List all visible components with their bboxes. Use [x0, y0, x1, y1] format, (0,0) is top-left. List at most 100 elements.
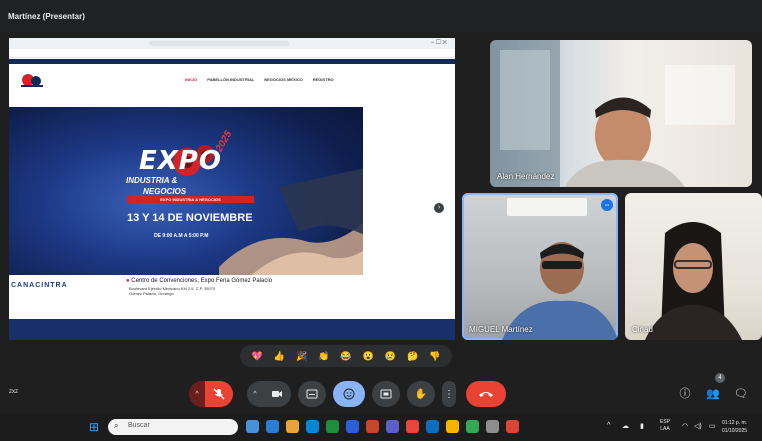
- taskbar-search-input[interactable]: ⌕ Buscar: [108, 419, 238, 435]
- audio-options-chevron-icon[interactable]: ^: [189, 381, 205, 407]
- language-layout: LAA: [660, 426, 670, 432]
- store-icon[interactable]: [306, 420, 319, 433]
- captions-button[interactable]: [298, 381, 326, 407]
- raise-hand-icon: ✋: [414, 388, 428, 400]
- participant-tile[interactable]: ••• MIGUEL Martínez: [462, 193, 618, 340]
- reaction-surprised-button[interactable]: 😮: [363, 351, 374, 361]
- venue-text: Centro de Convenciones, Expo Feria Gómez…: [131, 278, 273, 284]
- more-options-button[interactable]: ⋮: [442, 381, 456, 407]
- edge-icon[interactable]: [266, 420, 279, 433]
- participant-tile[interactable]: Alan Hernández: [490, 40, 752, 187]
- present-screen-icon: [380, 389, 392, 399]
- banner-subtitle: INDUSTRIA &: [126, 176, 178, 185]
- word-icon[interactable]: [346, 420, 359, 433]
- reaction-thumbs-down-button[interactable]: 👎: [429, 351, 440, 361]
- banner-title: EXPO: [139, 146, 222, 176]
- participant-video: [490, 40, 735, 187]
- reaction-clap-button[interactable]: 👏: [318, 351, 329, 361]
- file-explorer-icon[interactable]: [286, 420, 299, 433]
- reaction-thinking-button[interactable]: 🤔: [407, 351, 418, 361]
- clock-date: 01/10/2025: [722, 428, 748, 434]
- mic-off-icon: [213, 388, 225, 400]
- emoji-reactions-button[interactable]: [333, 381, 365, 407]
- participant-tile[interactable]: Cinad: [625, 193, 762, 340]
- volume-icon[interactable]: ◁): [694, 422, 702, 430]
- reaction-heart-button[interactable]: 💖: [252, 351, 263, 361]
- language-indicator[interactable]: ESP LAA: [660, 419, 670, 433]
- browser-tabbar: ⎯ ☐ ✕: [9, 38, 455, 49]
- powerpoint-icon[interactable]: [366, 420, 379, 433]
- teams-icon[interactable]: [386, 420, 399, 433]
- emoji-icon: [343, 388, 355, 400]
- banner-ribbon: EXPO INDUSTRIA & NEGOCIOS: [127, 196, 254, 203]
- site-menu-item: NEGOCIOS MEXICO: [264, 77, 303, 82]
- window-title: Martínez (Presentar): [0, 0, 762, 32]
- os-taskbar: ⊞ ⌕ Buscar ^ ☁ ▮ ESP LAA ◠ ◁) ▭ 01:12 p.…: [0, 413, 762, 441]
- info-icon: ⓘ: [679, 388, 691, 400]
- site-logo: [21, 74, 43, 87]
- leave-call-button[interactable]: [466, 381, 506, 407]
- banner-subtitle: NEGOCIOS: [143, 187, 187, 196]
- battery-status-icon[interactable]: ▭: [709, 422, 716, 430]
- taskbar-search-placeholder: Buscar: [128, 422, 150, 429]
- meeting-details-button[interactable]: ⓘ: [676, 385, 694, 403]
- carousel-next-icon[interactable]: ›: [434, 203, 444, 213]
- hang-up-icon: [479, 392, 493, 397]
- speaking-indicator-icon: •••: [601, 199, 613, 211]
- outlook-icon[interactable]: [426, 420, 439, 433]
- participant-name: MIGUEL Martínez: [469, 325, 533, 334]
- site-header: INICIO PABELLÓN INDUSTRIAL NEGOCIOS MEXI…: [9, 64, 455, 98]
- present-screen-button[interactable]: [372, 381, 400, 407]
- video-options-chevron-icon[interactable]: ^: [247, 381, 263, 407]
- language-code: ESP: [660, 419, 671, 425]
- reaction-laugh-button[interactable]: 😂: [340, 351, 351, 361]
- sponsor-logo: CANACINTRA: [11, 282, 68, 289]
- meeting-code: zxz: [9, 389, 18, 395]
- site-menu-item: REGISTRO: [312, 77, 334, 82]
- search-icon: ⌕: [114, 421, 119, 430]
- chrome-icon[interactable]: [446, 420, 459, 433]
- task-view-icon[interactable]: [246, 420, 259, 433]
- settings-icon[interactable]: [486, 420, 499, 433]
- meet-app-icon[interactable]: [466, 420, 479, 433]
- taskbar-clock[interactable]: 01:12 p. m. 01/10/2025: [722, 419, 747, 435]
- office-icon[interactable]: [406, 420, 419, 433]
- reaction-thumbs-up-button[interactable]: 👍: [274, 351, 285, 361]
- participant-video: [645, 222, 742, 340]
- venue-name: ● Centro de Convenciones, Expo Feria Góm…: [126, 278, 272, 284]
- people-button[interactable]: 👥: [704, 385, 722, 403]
- presented-screen: ⎯ ☐ ✕ INICIO PABELLÓN INDUSTRIAL NEGOCIO…: [9, 38, 455, 340]
- clock-time: 01:12 p. m.: [722, 420, 748, 426]
- browser-window-controls: ⎯ ☐ ✕: [431, 40, 447, 46]
- chat-icon: 🗨: [734, 388, 748, 400]
- camera-icon: [272, 391, 282, 397]
- participant-name: Cinad: [632, 325, 653, 334]
- location-pin-icon: ●: [126, 278, 130, 284]
- participant-name: Alan Hernández: [497, 172, 555, 181]
- people-icon: 👥: [706, 388, 720, 400]
- windows-start-icon[interactable]: ⊞: [89, 421, 101, 433]
- camera-button[interactable]: [263, 381, 291, 407]
- banner-dates: 13 Y 14 DE NOVIEMBRE: [127, 212, 253, 224]
- reactions-bar: 💖 👍 🎉 👏 😂 😮 😢 🤔 👎: [240, 345, 452, 367]
- chat-button[interactable]: 🗨: [732, 385, 750, 403]
- site-footer-strip: [9, 319, 455, 340]
- participant-video: [502, 198, 618, 340]
- reaction-party-button[interactable]: 🎉: [296, 351, 307, 361]
- microphone-button[interactable]: [205, 381, 233, 407]
- more-vert-icon: ⋮: [444, 388, 454, 400]
- battery-icon[interactable]: ▮: [640, 422, 644, 430]
- chrome-active-icon[interactable]: [506, 420, 519, 433]
- cloud-icon[interactable]: ☁: [622, 422, 629, 430]
- site-menu-item: PABELLÓN INDUSTRIAL: [207, 77, 255, 82]
- raise-hand-button[interactable]: ✋: [407, 381, 435, 407]
- browser-bookmarks-bar: [9, 49, 455, 58]
- captions-icon: [306, 389, 318, 399]
- wifi-icon[interactable]: ◠: [682, 422, 688, 430]
- excel-icon[interactable]: [326, 420, 339, 433]
- venue-city: Gómez Palacio, Durango: [129, 291, 174, 296]
- banner-hours: DE 9:00 A.M A 5:00 P.M: [154, 233, 209, 239]
- reaction-sad-button[interactable]: 😢: [385, 351, 396, 361]
- tray-chevron-icon[interactable]: ^: [607, 422, 610, 429]
- site-menu: INICIO PABELLÓN INDUSTRIAL NEGOCIOS MEXI…: [185, 77, 334, 82]
